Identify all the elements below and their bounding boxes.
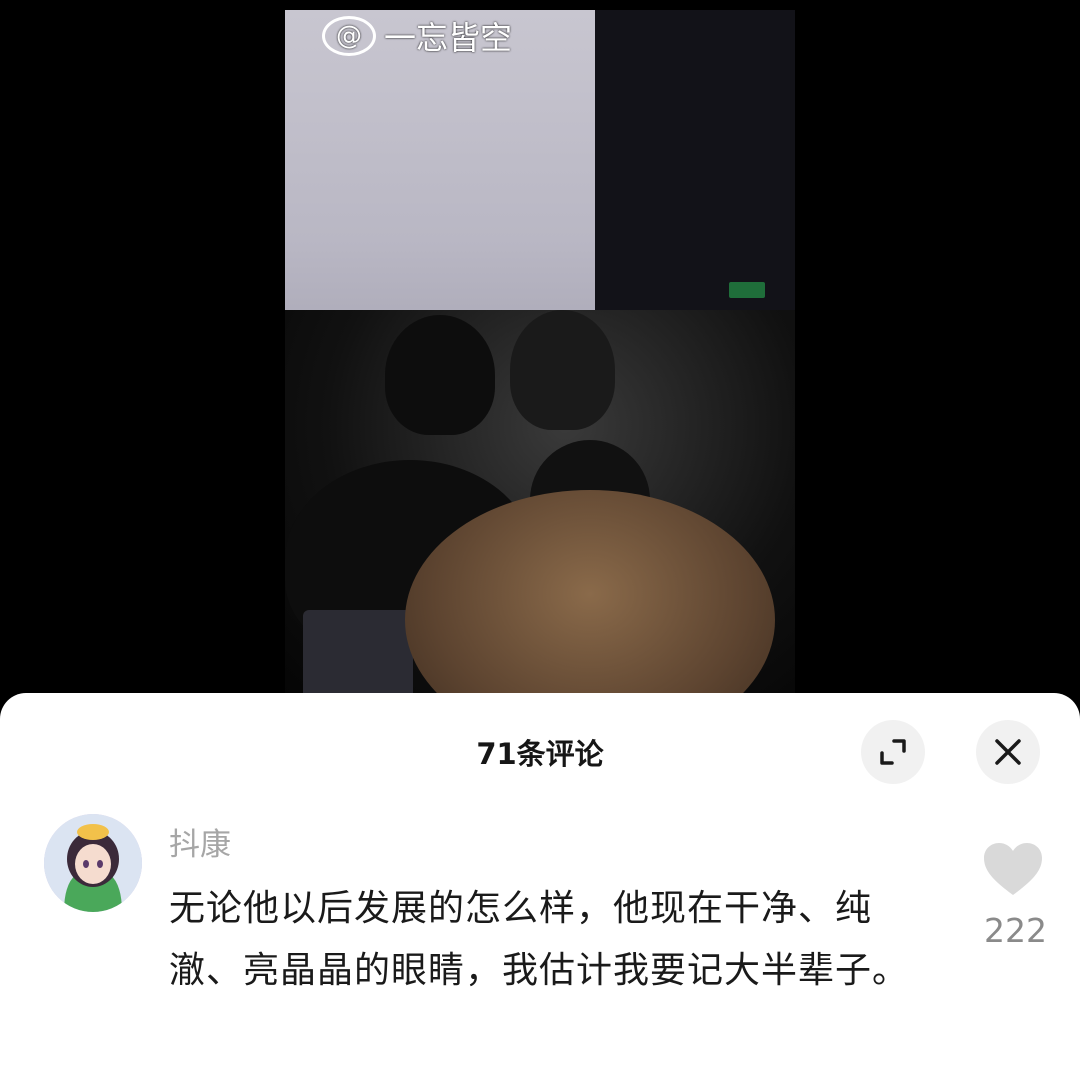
video-frame[interactable]	[285, 10, 795, 695]
comment-username[interactable]: 抖康	[169, 819, 231, 864]
exit-sign	[729, 282, 765, 298]
video-dark-wall	[595, 10, 795, 340]
avatar-image	[44, 814, 142, 912]
at-icon: @	[322, 16, 376, 56]
video-person	[385, 315, 495, 435]
like-count: 222	[984, 911, 1047, 950]
watermark-text: 一忘皆空	[384, 19, 513, 57]
comment-text: 无论他以后发展的怎么样，他现在干净、纯澈、亮晶晶的眼睛，我估计我要记大半辈子。	[169, 888, 910, 991]
comments-sheet: 71条评论 抖康 无论他以后发展的怎么样，他现在干净、纯澈、亮晶晶的眼睛，我估计…	[0, 693, 1080, 1068]
video-player[interactable]: @ 一忘皆空	[0, 0, 1080, 700]
avatar[interactable]	[44, 814, 142, 912]
video-person	[510, 310, 615, 430]
heart-icon[interactable]	[982, 841, 1044, 897]
phone-in-video	[303, 610, 413, 695]
watermark: @ 一忘皆空	[322, 8, 512, 64]
comment-item: 抖康 无论他以后发展的怎么样，他现在干净、纯澈、亮晶晶的眼睛，我估计我要记大半辈…	[0, 693, 1080, 1068]
